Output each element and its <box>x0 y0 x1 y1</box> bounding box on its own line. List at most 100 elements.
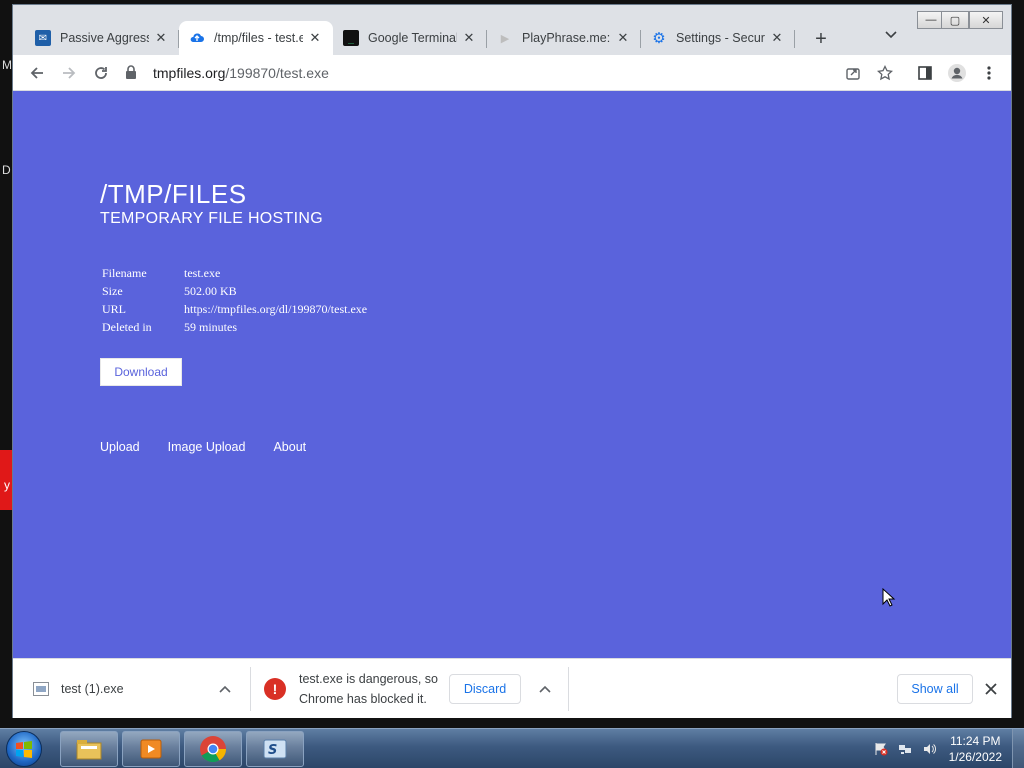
desktop-text-fragment: D <box>2 163 11 177</box>
start-button[interactable] <box>6 731 42 767</box>
tab-close-icon[interactable]: ✕ <box>307 30 323 46</box>
page-subtitle: TEMPORARY FILE HOSTING <box>100 210 323 227</box>
field-value: 502.00 KB <box>184 284 237 298</box>
blocked-message-line: test.exe is dangerous, so <box>299 672 438 686</box>
tab-settings-security[interactable]: ⚙ Settings - Security ✕ <box>641 21 795 55</box>
taskbar-terminal-app[interactable]: S <box>246 731 304 767</box>
avatar-icon <box>948 64 966 82</box>
taskbar-clock[interactable]: 11:24 PM 1/26/2022 <box>949 733 1002 765</box>
download-filename: test (1).exe <box>61 682 124 696</box>
danger-icon: ! <box>264 678 286 700</box>
share-icon <box>846 68 860 80</box>
share-button[interactable] <box>841 61 865 85</box>
plus-icon: + <box>815 27 827 50</box>
tab-close-icon[interactable]: ✕ <box>461 30 477 46</box>
tab-passive-aggressive[interactable]: ✉ Passive Aggressive ✕ <box>25 21 179 55</box>
minimize-icon: — <box>925 14 937 26</box>
tab-title: /tmp/files - test.exe <box>214 31 303 45</box>
show-all-button[interactable]: Show all <box>897 674 973 704</box>
discard-button[interactable]: Discard <box>449 674 521 704</box>
divider <box>250 667 251 711</box>
field-label: URL <box>102 302 126 316</box>
upload-link[interactable]: Upload <box>100 440 140 454</box>
download-shelf: test (1).exe ! test.exe is dangerous, so… <box>13 658 1011 718</box>
field-label: Filename <box>102 266 147 280</box>
lock-icon[interactable] <box>125 65 141 81</box>
about-link[interactable]: About <box>273 440 306 454</box>
close-window-button[interactable]: ✕ <box>969 11 1003 29</box>
maximize-icon: ▢ <box>949 14 961 27</box>
file-info-table: Filename test.exe Size 502.00 KB URL htt… <box>102 266 367 338</box>
play-icon: ▶ <box>500 32 510 45</box>
close-shelf-button[interactable] <box>985 659 997 719</box>
system-tray: 11:24 PM 1/26/2022 <box>869 729 1024 768</box>
mouse-cursor-icon <box>882 588 896 607</box>
reload-button[interactable] <box>89 61 113 85</box>
maximize-button[interactable]: ▢ <box>941 11 969 29</box>
terminal-icon: _ <box>343 30 359 46</box>
arrow-left-icon <box>30 67 43 79</box>
browser-window: — ▢ ✕ ✉ Passive Aggressive ✕ /tmp/files … <box>12 4 1012 718</box>
page-title: /TMP/FILES <box>100 179 247 209</box>
arrow-right-icon <box>63 67 76 79</box>
chrome-icon <box>200 736 227 763</box>
address-bar[interactable]: tmpfiles.org/199870/test.exe <box>125 59 857 87</box>
settings-gear-icon: ⚙ <box>652 30 666 47</box>
chevron-down-icon <box>885 31 897 39</box>
back-button[interactable] <box>25 61 49 85</box>
blocked-download-message: test.exe is dangerous, so Chrome has blo… <box>299 669 438 709</box>
close-icon: ✕ <box>981 14 991 27</box>
bookmark-star-button[interactable] <box>873 61 897 85</box>
volume-icon[interactable] <box>921 741 937 757</box>
chevron-up-icon <box>219 685 231 693</box>
profile-button[interactable] <box>945 61 969 85</box>
svg-text:S: S <box>268 743 277 758</box>
tab-close-icon[interactable]: ✕ <box>769 30 785 46</box>
action-center-flag-icon[interactable] <box>873 741 889 757</box>
taskbar-file-explorer[interactable] <box>60 731 118 767</box>
field-label: Deleted in <box>102 320 152 334</box>
file-explorer-icon <box>76 740 102 760</box>
taskbar-media-player[interactable] <box>122 731 180 767</box>
field-value: https://tmpfiles.org/dl/199870/test.exe <box>184 302 368 316</box>
table-row: URL https://tmpfiles.org/dl/199870/test.… <box>102 302 367 320</box>
show-desktop-button[interactable] <box>1012 729 1024 768</box>
tab-strip: — ▢ ✕ ✉ Passive Aggressive ✕ /tmp/files … <box>13 5 1011 55</box>
email-icon: ✉ <box>35 30 51 46</box>
footer-nav: Upload Image Upload About <box>100 440 306 454</box>
show-all-wrap: Show all <box>897 659 973 719</box>
tab-title: Google Terminal <box>368 31 457 45</box>
side-panel-button[interactable] <box>913 61 937 85</box>
tabs-row: ✉ Passive Aggressive ✕ /tmp/files - test… <box>25 19 795 55</box>
tab-close-icon[interactable]: ✕ <box>615 30 631 46</box>
network-icon[interactable] <box>897 741 913 757</box>
tab-google-terminal[interactable]: _ Google Terminal ✕ <box>333 21 487 55</box>
url-path: /199870/test.exe <box>225 65 329 81</box>
windows-taskbar: S 11:24 PM 1/26/2022 <box>0 728 1024 768</box>
image-upload-link[interactable]: Image Upload <box>168 440 246 454</box>
chevron-up-icon <box>539 685 551 693</box>
tab-tmpfiles[interactable]: /tmp/files - test.exe ✕ <box>179 21 333 55</box>
menu-button[interactable] <box>977 61 1001 85</box>
download-item-menu-button[interactable] <box>219 659 231 719</box>
taskbar-chrome[interactable] <box>184 731 242 767</box>
upload-cloud-icon <box>189 30 205 46</box>
side-panel-icon <box>918 66 932 80</box>
blocked-item-menu-button[interactable] <box>539 659 551 719</box>
tab-search-button[interactable] <box>885 27 897 42</box>
download-button[interactable]: Download <box>100 358 182 386</box>
desktop-text-fragment: y <box>4 478 10 492</box>
tab-playphrase[interactable]: ▶ PlayPhrase.me: S ✕ <box>487 21 641 55</box>
new-tab-button[interactable]: + <box>807 25 835 53</box>
tab-close-icon[interactable]: ✕ <box>153 30 169 46</box>
tab-title: Settings - Security <box>676 31 765 45</box>
clock-date: 1/26/2022 <box>948 750 1002 764</box>
blocked-download-item: ! test.exe is dangerous, so Chrome has b… <box>264 659 438 719</box>
reload-icon <box>95 67 107 79</box>
field-value: test.exe <box>184 266 221 280</box>
download-item[interactable]: test (1).exe <box>33 659 233 719</box>
desktop-text-fragment: M <box>2 58 12 72</box>
forward-button[interactable] <box>57 61 81 85</box>
tab-title: PlayPhrase.me: S <box>522 31 611 45</box>
discard-button-wrap: Discard <box>449 659 521 719</box>
